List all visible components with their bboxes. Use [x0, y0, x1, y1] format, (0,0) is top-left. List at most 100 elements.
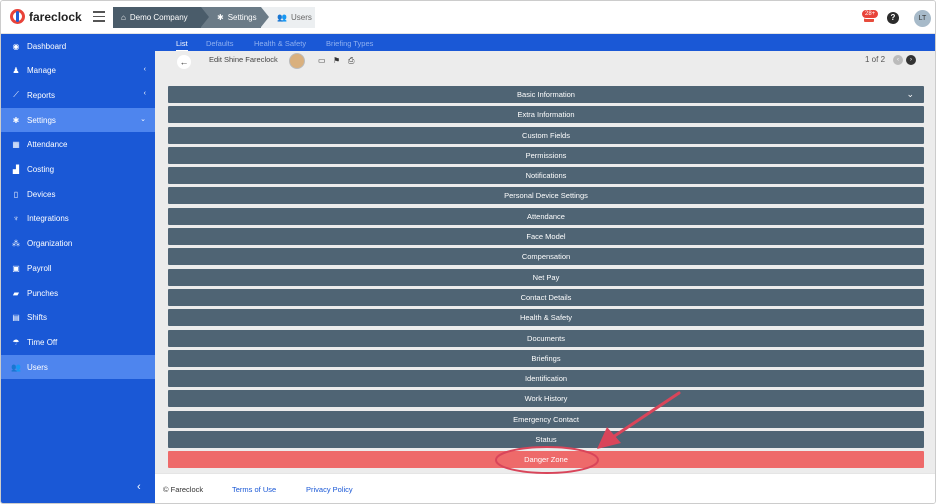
breadcrumb-label: Settings: [227, 13, 257, 22]
back-arrow-icon[interactable]: ←: [177, 55, 191, 69]
breadcrumb: ⌂ Demo Company ✱ Settings 👥 Users: [113, 7, 315, 28]
breadcrumb-label: Demo Company: [129, 13, 188, 22]
sidebar-item-label: Devices: [27, 189, 56, 199]
footer: © Fareclock Terms of Use Privacy Policy: [155, 473, 935, 503]
punch-icon: ▰: [12, 288, 20, 298]
person-icon: ♟: [12, 66, 20, 76]
section-custom-fields[interactable]: Custom Fields: [168, 126, 924, 144]
logo-text: fareclock: [29, 9, 82, 24]
calendar-icon: ▤: [12, 313, 20, 323]
sub-tabs: List Defaults Health & Safety Briefing T…: [155, 34, 935, 51]
section-health-safety[interactable]: Health & Safety: [168, 309, 924, 327]
sidebar-item-label: Integrations: [27, 214, 69, 224]
section-contact-details[interactable]: Contact Details: [168, 288, 924, 306]
sidebar-item-dashboard[interactable]: ◉ Dashboard: [1, 34, 155, 58]
editor-toolbar: ← Edit Shine Fareclock ▭ ⚑ ⎙ 1 of 2 ‹ ›: [155, 51, 935, 75]
breadcrumb-demo-company[interactable]: ⌂ Demo Company: [113, 7, 209, 28]
sidebar-item-users[interactable]: 👥 Users: [1, 355, 155, 380]
sidebar-item-costing[interactable]: ▟ Costing: [1, 158, 155, 182]
tab-defaults[interactable]: Defaults: [206, 39, 234, 48]
section-briefings[interactable]: Briefings: [168, 349, 924, 367]
sidebar-item-label: Dashboard: [27, 41, 67, 51]
chevron-down-icon: ⌄: [140, 116, 146, 124]
next-page-icon[interactable]: ›: [906, 55, 916, 65]
sidebar-item-label: Payroll: [27, 263, 52, 273]
sidebar-item-punches[interactable]: ▰ Punches: [1, 281, 155, 305]
menu-icon[interactable]: [93, 11, 105, 22]
privacy-policy-link[interactable]: Privacy Policy: [306, 485, 353, 494]
users-icon[interactable]: ⚑: [333, 56, 340, 65]
section-net-pay[interactable]: Net Pay: [168, 268, 924, 286]
gear-icon: ✱: [217, 13, 224, 22]
terms-of-use-link[interactable]: Terms of Use: [232, 485, 276, 494]
section-notifications[interactable]: Notifications: [168, 167, 924, 185]
sidebar-item-label: Manage: [27, 66, 56, 76]
sidebar-item-reports[interactable]: ⟋ Reports ‹: [1, 83, 155, 107]
breadcrumb-settings[interactable]: ✱ Settings: [201, 7, 269, 28]
grid-icon: ▦: [12, 140, 20, 150]
sidebar-item-label: Time Off: [27, 337, 58, 347]
notification-badge: 28+: [861, 9, 880, 19]
collapse-sidebar-icon[interactable]: ‹: [137, 481, 141, 493]
double-chevron-down-icon[interactable]: ⌄: [906, 86, 914, 103]
section-danger-zone[interactable]: Danger Zone: [168, 451, 924, 469]
logo[interactable]: fareclock: [10, 9, 82, 24]
help-icon[interactable]: ?: [887, 12, 899, 24]
umbrella-icon: ☂: [12, 337, 20, 347]
sidebar-item-settings[interactable]: ✱ Settings ⌄: [1, 108, 155, 133]
section-identification[interactable]: Identification: [168, 370, 924, 388]
breadcrumb-label: Users: [290, 13, 312, 22]
users-icon: 👥: [11, 362, 21, 372]
chevron-left-icon: ‹: [143, 90, 146, 98]
section-status[interactable]: Status: [168, 431, 924, 449]
chevron-left-icon: ‹: [143, 65, 146, 73]
section-compensation[interactable]: Compensation: [168, 248, 924, 266]
print-icon[interactable]: ⎙: [348, 56, 354, 66]
section-label: Basic Information: [517, 90, 575, 99]
home-icon: ⌂: [121, 13, 126, 22]
top-bar: fareclock ⌂ Demo Company ✱ Settings 👥 Us…: [1, 1, 935, 34]
bar-chart-icon: ▟: [12, 165, 20, 174]
breadcrumb-users[interactable]: 👥 Users: [261, 7, 315, 28]
section-documents[interactable]: Documents: [168, 329, 924, 347]
section-basic-information[interactable]: Basic Information ⌄: [168, 86, 924, 103]
footer-copyright: © Fareclock: [163, 485, 204, 494]
phone-icon: ▯: [13, 189, 19, 199]
sidebar-item-payroll[interactable]: ▣ Payroll: [1, 256, 155, 280]
sidebar-item-integrations[interactable]: ♆ Integrations: [1, 207, 155, 231]
id-card-icon[interactable]: ▭: [318, 56, 326, 65]
sidebar-item-label: Users: [27, 362, 48, 372]
gear-icon: ✱: [12, 115, 20, 125]
section-list: Basic Information ⌄ Extra Information Cu…: [168, 86, 924, 472]
prev-page-icon[interactable]: ‹: [893, 55, 903, 65]
users-icon: 👥: [277, 13, 287, 22]
sidebar-item-devices[interactable]: ▯ Devices: [1, 182, 155, 206]
sidebar-item-manage[interactable]: ♟ Manage ‹: [1, 59, 155, 83]
section-work-history[interactable]: Work History: [168, 390, 924, 408]
sidebar-item-label: Costing: [27, 165, 55, 174]
sidebar-item-shifts[interactable]: ▤ Shifts: [1, 306, 155, 330]
main-content: ← Edit Shine Fareclock ▭ ⚑ ⎙ 1 of 2 ‹ › …: [155, 51, 935, 473]
money-icon: ▣: [12, 263, 20, 273]
sidebar-item-label: Shifts: [27, 313, 48, 323]
sidebar-item-label: Settings: [27, 115, 56, 125]
section-extra-information[interactable]: Extra Information: [168, 106, 924, 124]
section-attendance[interactable]: Attendance: [168, 207, 924, 225]
sidebar-item-time-off[interactable]: ☂ Time Off: [1, 330, 155, 354]
editor-title: Edit Shine Fareclock: [209, 55, 278, 64]
section-permissions[interactable]: Permissions: [168, 146, 924, 164]
sidebar-item-label: Reports: [27, 90, 56, 100]
sidebar-item-attendance[interactable]: ▦ Attendance: [1, 133, 155, 157]
fareclock-logo-icon: [10, 9, 25, 24]
sidebar-item-label: Punches: [27, 288, 59, 298]
tab-list[interactable]: List: [176, 39, 188, 51]
pager-text: 1 of 2: [865, 55, 886, 64]
tab-briefing-types[interactable]: Briefing Types: [326, 39, 373, 48]
section-emergency-contact[interactable]: Emergency Contact: [168, 410, 924, 428]
section-personal-device-settings[interactable]: Personal Device Settings: [168, 187, 924, 205]
avatar[interactable]: LT: [914, 10, 931, 27]
sidebar-item-organization[interactable]: ⁂ Organization: [1, 232, 155, 256]
tab-health-safety[interactable]: Health & Safety: [254, 39, 306, 48]
section-face-model[interactable]: Face Model: [168, 228, 924, 246]
sidebar-item-label: Attendance: [27, 140, 68, 150]
